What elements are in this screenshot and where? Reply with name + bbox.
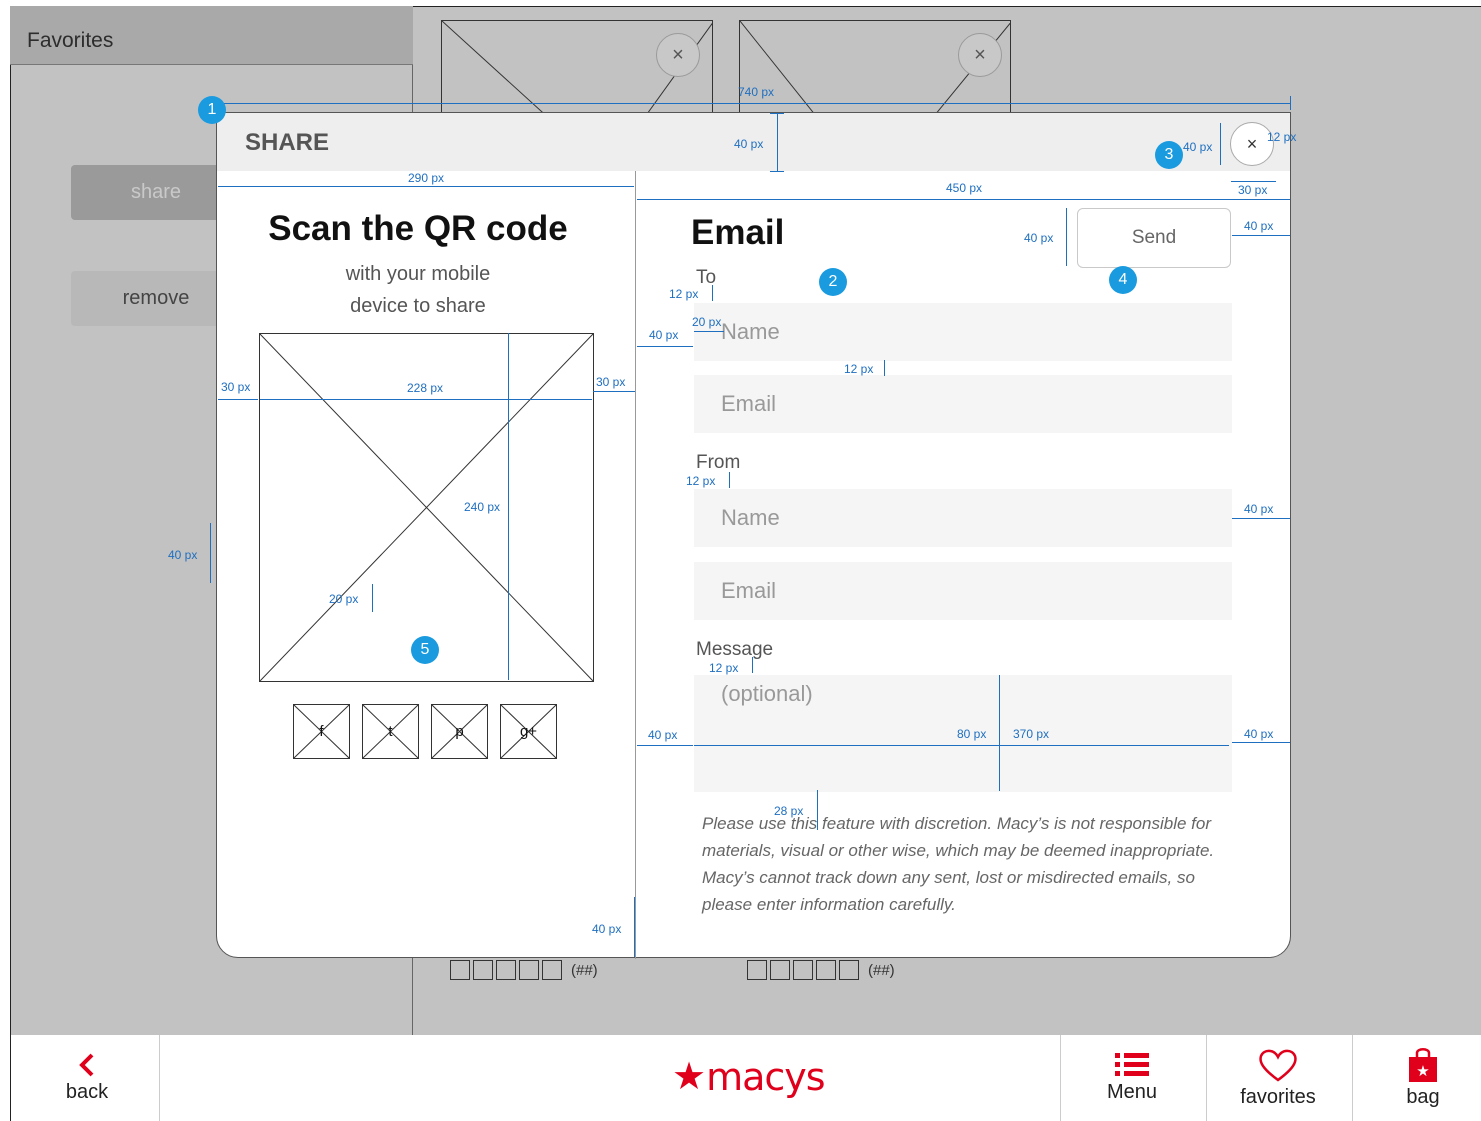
pinterest-icon[interactable]: p: [431, 704, 488, 759]
back-button[interactable]: back: [41, 1035, 133, 1121]
star-icon: [473, 960, 493, 980]
favorites-header: Favorites: [10, 6, 413, 65]
facebook-icon[interactable]: f: [293, 704, 350, 759]
rating-stars: (##): [747, 960, 895, 980]
shopping-bag-icon: ★: [1409, 1048, 1437, 1082]
share-modal: SHARE × Scan the QR code with your mobil…: [216, 112, 1291, 959]
rating-stars: (##): [450, 960, 598, 980]
qr-subtitle: with your mobile: [345, 263, 491, 285]
email-title: Email: [691, 213, 785, 252]
product-thumbnail[interactable]: ×: [739, 20, 1011, 120]
rating-count: (##): [571, 961, 598, 979]
bag-label: bag: [1406, 1086, 1440, 1108]
menu-button[interactable]: Menu: [1076, 1035, 1188, 1121]
qr-subtitle: device to share: [350, 295, 486, 317]
modal-title: SHARE: [245, 129, 330, 156]
star-icon: [747, 960, 767, 980]
back-label: back: [65, 1081, 109, 1103]
section-divider: [635, 171, 636, 959]
favorites-label: favorites: [1240, 1086, 1316, 1108]
social-share-row: f t p g+: [293, 704, 557, 759]
thumbnail-close-icon[interactable]: ×: [656, 33, 700, 77]
star-icon: [519, 960, 539, 980]
twitter-icon[interactable]: t: [362, 704, 419, 759]
message-label: Message: [696, 639, 774, 660]
bottom-nav: back ★ macys Menu favorites ★ bag: [10, 1035, 1481, 1121]
star-icon: [770, 960, 790, 980]
menu-label: Menu: [1106, 1081, 1158, 1103]
menu-icon: [1115, 1053, 1149, 1076]
google-plus-icon[interactable]: g+: [500, 704, 557, 759]
star-icon: [496, 960, 516, 980]
to-email-input[interactable]: Email: [694, 375, 1232, 433]
disclaimer-text: Please use this feature with discretion.…: [702, 814, 1215, 914]
svg-text:★: ★: [1416, 1062, 1429, 1080]
star-icon: [793, 960, 813, 980]
from-name-input[interactable]: Name: [694, 489, 1232, 547]
star-icon: [450, 960, 470, 980]
close-icon[interactable]: ×: [1230, 122, 1274, 166]
heart-icon: [1259, 1049, 1297, 1082]
qr-title: Scan the QR code: [268, 209, 568, 248]
star-icon: [542, 960, 562, 980]
chevron-left-icon: [79, 1053, 94, 1077]
send-button[interactable]: Send: [1077, 208, 1231, 268]
from-label: From: [696, 452, 741, 473]
rating-count: (##): [868, 961, 895, 979]
to-name-input[interactable]: Name: [694, 303, 1232, 361]
thumbnail-close-icon[interactable]: ×: [958, 33, 1002, 77]
to-label: To: [696, 267, 717, 288]
favorites-title: Favorites: [27, 29, 114, 52]
bag-button[interactable]: ★ bag: [1371, 1035, 1475, 1121]
favorites-button[interactable]: favorites: [1213, 1035, 1343, 1121]
from-email-input[interactable]: Email: [694, 562, 1232, 620]
star-icon: ★: [672, 1056, 707, 1098]
star-icon: [839, 960, 859, 980]
product-thumbnail[interactable]: ×: [441, 20, 713, 120]
macys-logo[interactable]: ★ macys: [672, 1055, 826, 1099]
star-icon: [816, 960, 836, 980]
